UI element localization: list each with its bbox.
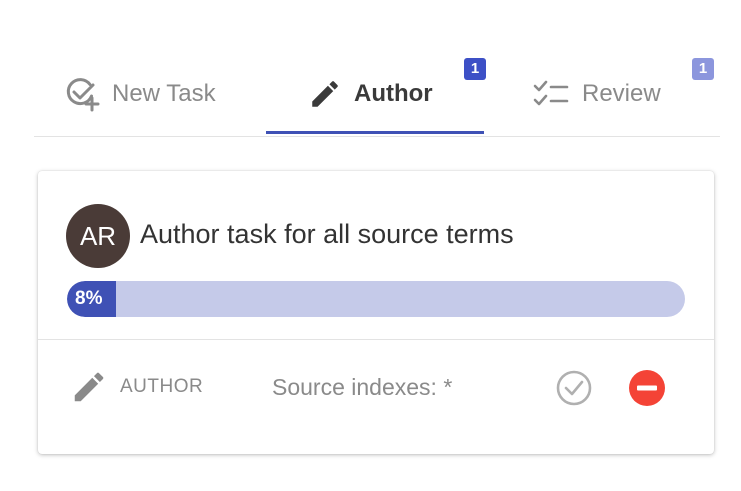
- tab-author[interactable]: Author 1: [308, 52, 486, 136]
- divider: [38, 339, 714, 340]
- task-card[interactable]: AR Author task for all source terms 8% A…: [38, 171, 714, 454]
- role-label: AUTHOR: [120, 376, 204, 397]
- check-circle-icon: [556, 370, 592, 406]
- source-indexes: Source indexes: *: [272, 374, 453, 400]
- progress-bar: 8%: [67, 281, 685, 317]
- checklist-icon: [532, 77, 570, 111]
- remove-circle-icon: [629, 370, 665, 406]
- avatar: AR: [66, 204, 130, 268]
- tab-label: Author: [354, 80, 433, 107]
- task-add-icon: [64, 76, 100, 112]
- count-badge: 1: [692, 58, 714, 80]
- tab-label: New Task: [112, 80, 216, 107]
- task-title: Author task for all source terms: [140, 219, 514, 249]
- complete-button[interactable]: [555, 369, 593, 412]
- progress-label: 8%: [75, 288, 103, 309]
- task-tabs: New Task Author 1 Review 1: [34, 52, 720, 137]
- remove-button[interactable]: [628, 369, 666, 412]
- pencil-icon: [70, 368, 108, 411]
- tab-review[interactable]: Review 1: [532, 52, 714, 136]
- pencil-icon: [308, 77, 342, 111]
- active-tab-indicator: [266, 131, 484, 134]
- count-badge: 1: [464, 58, 486, 80]
- tab-label: Review: [582, 80, 661, 107]
- tab-new-task[interactable]: New Task: [64, 52, 216, 136]
